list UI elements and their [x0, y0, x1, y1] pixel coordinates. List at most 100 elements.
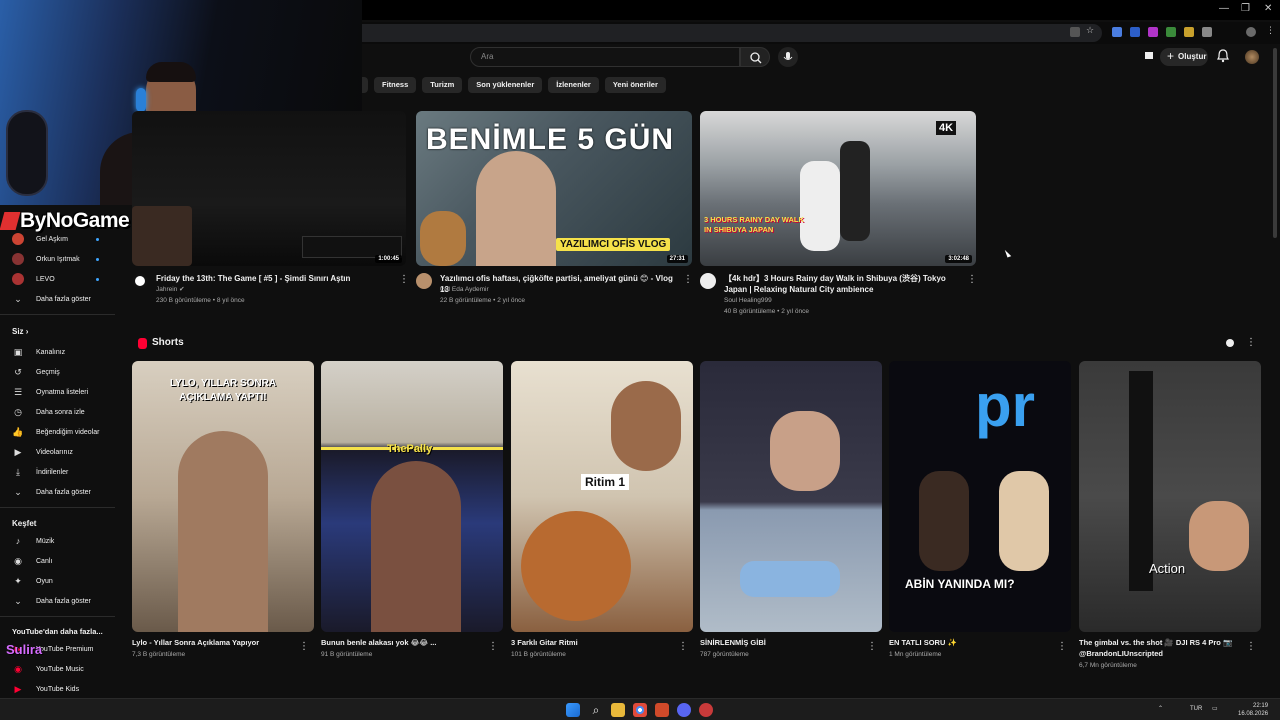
tray-chevron-icon[interactable]: ⌃	[1158, 705, 1163, 713]
sidebar-show-more[interactable]: ⌄ Daha fazla göster	[12, 483, 91, 501]
download-icon: ⤓	[16, 466, 20, 477]
chip-recent[interactable]: Son yüklenenler	[468, 77, 543, 93]
search-input[interactable]: Ara	[470, 47, 740, 67]
extension-icon[interactable]	[1112, 27, 1122, 37]
sidebar-heading-you[interactable]: Siz ›	[12, 327, 28, 336]
channel-avatar[interactable]	[132, 273, 148, 289]
extensions-icon[interactable]	[1202, 27, 1212, 37]
channel-avatar[interactable]	[416, 273, 432, 289]
minimize-icon[interactable]: —	[1219, 3, 1229, 14]
channel-name[interactable]: Soul Healing999	[724, 295, 772, 306]
short-title[interactable]: SİNİRLENMİŞ GİBİ	[700, 637, 860, 648]
more-options-icon[interactable]: ⋮	[1246, 338, 1256, 348]
sidebar-item-orkun[interactable]: Orkun Işıtmak	[12, 250, 80, 268]
short-thumbnail[interactable]: Ritim 1	[511, 361, 693, 632]
language-indicator[interactable]: TUR	[1190, 705, 1202, 713]
maximize-icon[interactable]: ❐	[1241, 3, 1250, 14]
file-explorer-icon[interactable]	[611, 703, 625, 717]
close-icon[interactable]: ✕	[1264, 3, 1272, 14]
voice-search-button[interactable]	[778, 47, 798, 67]
chip-new[interactable]: Yeni öneriler	[604, 77, 666, 93]
channel-name[interactable]: Jahrein ✔	[156, 284, 185, 295]
video-title[interactable]: 【4k hdr】3 Hours Rainy day Walk in Shibuy…	[724, 273, 966, 295]
video-title[interactable]: Friday the 13th: The Game [ #5 ] - Şimdi…	[156, 273, 386, 284]
short-title[interactable]: 3 Farklı Gitar Ritmi	[511, 637, 671, 648]
short-thumbnail[interactable]: ThePally	[321, 361, 503, 632]
short-thumbnail[interactable]	[700, 361, 882, 632]
sidebar-item-liked[interactable]: 👍 Beğendiğim videolar	[12, 423, 99, 441]
extension-icon[interactable]	[1184, 27, 1194, 37]
short-title[interactable]: Bunun benle alakası yok 😂😂 ...	[321, 637, 481, 648]
app-icon[interactable]	[699, 703, 713, 717]
more-options-icon[interactable]: ⋮	[867, 642, 877, 652]
sidebar-item-levo[interactable]: LEVO	[12, 270, 55, 288]
install-icon[interactable]	[1070, 27, 1080, 37]
sidebar-item-channel[interactable]: ▣ Kanalınız	[12, 343, 65, 361]
more-options-icon[interactable]: ⋮	[683, 275, 693, 285]
network-icon[interactable]: ▭	[1212, 705, 1218, 713]
chip-partial[interactable]	[362, 77, 368, 93]
short-views: 91 B görüntüleme	[321, 651, 373, 658]
sidebar-item-live[interactable]: ◉ Canlı	[12, 552, 52, 570]
short-title[interactable]: Lylo - Yıllar Sonra Açıklama Yapıyor	[132, 637, 292, 648]
video-thumbnail[interactable]: BENİMLE 5 GÜN YAZILIMCI OFİS VLOG 27:31	[416, 111, 692, 266]
avatar[interactable]	[1245, 50, 1259, 64]
short-thumbnail[interactable]: LYLO, YILLAR SONRA AÇIKLAMA YAPTI!	[132, 361, 314, 632]
chip-fitness[interactable]: Fitness	[374, 77, 417, 93]
more-options-icon[interactable]: ⋮	[488, 642, 498, 652]
extension-icon[interactable]	[1148, 27, 1158, 37]
short-overlay-text: Action	[1149, 561, 1186, 576]
app-icon[interactable]	[655, 703, 669, 717]
more-options-icon[interactable]: ⋮	[967, 275, 977, 285]
clock[interactable]: 22:19 16.08.2026	[1238, 702, 1268, 718]
notifications-bell-icon[interactable]	[1216, 48, 1230, 64]
cast-icon[interactable]	[1142, 48, 1156, 62]
address-bar[interactable]	[362, 24, 1102, 42]
person-image	[371, 461, 461, 632]
not-interested-icon[interactable]	[1224, 337, 1236, 349]
start-icon[interactable]	[566, 703, 580, 717]
more-options-icon[interactable]: ⋮	[1246, 642, 1256, 652]
short-title[interactable]: The gimbal vs. the shot 🎥 DJI RS 4 Pro 📷…	[1079, 637, 1249, 659]
search-button[interactable]	[740, 47, 770, 67]
sidebar-item-kids[interactable]: ▶ YouTube Kids	[12, 680, 80, 698]
sidebar-item-your-videos[interactable]: ▶ Videolarınız	[12, 443, 73, 461]
scrollbar[interactable]	[1273, 48, 1277, 238]
short-title[interactable]: EN TATLI SORU ✨	[889, 637, 1049, 648]
chrome-icon[interactable]	[633, 703, 647, 717]
more-options-icon[interactable]: ⋮	[399, 275, 409, 285]
more-options-icon[interactable]: ⋮	[1057, 642, 1067, 652]
video-meta: 230 B görüntüleme • 8 yıl önce	[156, 297, 245, 304]
discord-icon[interactable]	[677, 703, 691, 717]
sidebar-item-music[interactable]: ♪ Müzik	[12, 532, 55, 550]
sidebar-item-history[interactable]: ↺ Geçmiş	[12, 363, 60, 381]
sidebar-show-more[interactable]: ⌄ Daha fazla göster	[12, 592, 91, 610]
sidebar-item-downloads[interactable]: ⤓ İndirilenler	[12, 463, 68, 481]
channel-avatar	[12, 273, 24, 285]
channel-name[interactable]: Gül Eda Aydemir	[440, 284, 489, 295]
create-button[interactable]: + Oluştur	[1160, 48, 1208, 66]
short-thumbnail[interactable]: pr ABİN YANINDA MI?	[889, 361, 1071, 632]
chip-turizm[interactable]: Turizm	[422, 77, 463, 93]
short-thumbnail[interactable]: Action	[1079, 361, 1261, 632]
sidebar-item-music-app[interactable]: ◉ YouTube Music	[12, 660, 84, 678]
search-icon[interactable]: ⌕	[589, 703, 603, 717]
more-options-icon[interactable]: ⋮	[299, 642, 309, 652]
sidebar-item-gaming[interactable]: ✦ Oyun	[12, 572, 53, 590]
extension-icon[interactable]	[1166, 27, 1176, 37]
sidebar-item-watch-later[interactable]: ◷ Daha sonra izle	[12, 403, 85, 421]
menu-icon[interactable]: ⋮	[1266, 25, 1276, 35]
video-thumbnail[interactable]: 1:00:45	[132, 111, 406, 266]
sidebar-item-playlists[interactable]: ☰ Oynatma listeleri	[12, 383, 88, 401]
star-icon[interactable]: ☆	[1086, 25, 1096, 35]
more-options-icon[interactable]: ⋮	[678, 642, 688, 652]
channel-avatar[interactable]	[700, 273, 716, 289]
person-image	[840, 141, 870, 241]
chip-watched[interactable]: İzlenenler	[548, 77, 599, 93]
profile-icon[interactable]	[1246, 27, 1256, 37]
guitar-image	[6, 110, 48, 196]
extension-icon[interactable]	[1130, 27, 1140, 37]
sidebar-show-more[interactable]: ⌄ Daha fazla göster	[12, 290, 91, 308]
gaming-icon: ✦	[14, 575, 22, 586]
video-thumbnail[interactable]: 4K 3 HOURS RAINY DAY WALK IN SHIBUYA JAP…	[700, 111, 976, 266]
